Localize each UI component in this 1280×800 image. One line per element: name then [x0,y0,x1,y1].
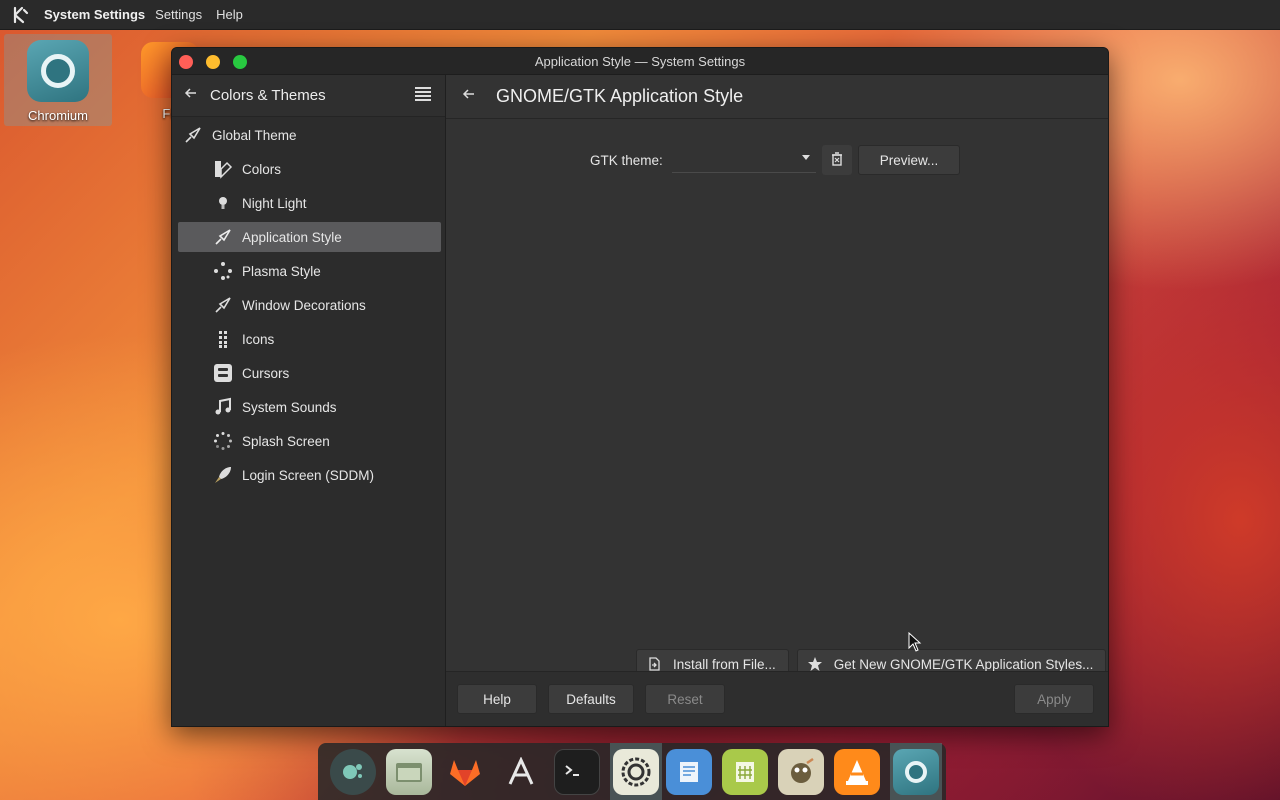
footer-bar: Help Defaults Reset Apply [446,671,1108,726]
brush-icon [212,294,234,316]
reset-button[interactable]: Reset [645,684,725,714]
gitlab-icon[interactable] [442,749,488,795]
sidebar-item-icons[interactable]: Icons [178,324,441,354]
dock [318,743,946,800]
content-pane: GNOME/GTK Application Style GTK theme: P… [446,75,1108,726]
color-swatch-icon [212,158,234,180]
sidebar-header-title: Colors & Themes [210,87,326,104]
sidebar-item-global-theme[interactable]: Global Theme [178,120,441,150]
dots-circle-icon [212,260,234,282]
calc-icon[interactable] [722,748,768,795]
chromium-icon [27,40,89,102]
sidebar-item-label: Window Decorations [242,297,366,313]
trash-icon [830,151,844,169]
top-menu-bar: System Settings Settings Help [0,0,1280,30]
sidebar: Colors & Themes Global Theme Colors Nigh… [172,75,446,726]
discover-icon[interactable] [330,748,376,795]
terminal-icon[interactable] [554,748,600,795]
sidebar-nav: Global Theme Colors Night Light Applicat… [172,117,445,490]
sidebar-item-label: Global Theme [212,127,297,143]
kde-logo-icon[interactable] [10,4,32,26]
sidebar-back-arrow-icon[interactable] [184,86,204,105]
lightbulb-icon [212,192,234,214]
get-new-styles-label: Get New GNOME/GTK Application Styles... [833,656,1094,672]
menu-settings[interactable]: Settings [155,7,202,22]
delete-theme-button[interactable] [822,145,852,175]
rocket-icon [212,464,234,486]
chevron-down-icon [802,155,810,160]
defaults-button[interactable]: Defaults [548,684,634,714]
sidebar-header: Colors & Themes [172,75,445,117]
sidebar-item-splash-screen[interactable]: Splash Screen [178,426,441,456]
window-titlebar[interactable]: Application Style — System Settings [172,48,1108,75]
preview-button[interactable]: Preview... [858,145,960,175]
sidebar-item-cursors[interactable]: Cursors [178,358,441,388]
content-header: GNOME/GTK Application Style [446,75,1108,119]
spinner-icon [212,430,234,452]
gtk-theme-combobox[interactable] [672,147,816,173]
files-icon[interactable] [386,748,432,795]
sidebar-item-night-light[interactable]: Night Light [178,188,441,218]
maximize-window-button[interactable] [233,55,247,69]
sidebar-item-label: Application Style [242,229,342,245]
sidebar-item-system-sounds[interactable]: System Sounds [178,392,441,422]
menu-help[interactable]: Help [216,7,243,22]
sidebar-item-label: Colors [242,161,282,177]
help-button[interactable]: Help [457,684,537,714]
font-store-icon[interactable] [498,749,544,795]
gtk-theme-label: GTK theme: [590,152,663,168]
settings-icon [613,748,659,795]
mouse-pointer-icon [908,631,922,655]
gimp-icon[interactable] [778,748,824,795]
vlc-icon[interactable] [834,748,880,795]
sidebar-item-colors[interactable]: Colors [178,154,441,184]
sidebar-item-window-decorations[interactable]: Window Decorations [178,290,441,320]
sidebar-item-application-style[interactable]: Application Style [178,222,441,252]
page-title: GNOME/GTK Application Style [496,86,744,106]
system-settings-window: Application Style — System Settings Colo… [171,47,1109,727]
sidebar-item-label: Plasma Style [242,263,321,279]
close-window-button[interactable] [179,55,193,69]
hamburger-menu-icon[interactable] [415,87,431,101]
window-title: Application Style — System Settings [534,53,746,69]
sidebar-item-label: System Sounds [242,399,337,415]
menu-app-name[interactable]: System Settings [44,7,145,22]
sidebar-item-label: Night Light [242,195,307,211]
cursor-icon [212,362,234,384]
sidebar-item-label: Splash Screen [242,433,330,449]
sidebar-item-login-screen[interactable]: Login Screen (SDDM) [178,460,441,490]
sidebar-item-label: Cursors [242,365,290,381]
gtk-theme-row: GTK theme: Preview... [590,145,960,175]
chromium-dock-slot[interactable] [890,743,942,800]
paintbrush-icon [182,124,204,146]
install-from-file-label: Install from File... [673,656,776,672]
grid-icon [212,328,234,350]
chromium-icon [893,748,939,795]
sidebar-item-label: Login Screen (SDDM) [242,467,375,483]
music-note-icon [212,396,234,418]
settings-dock-slot[interactable] [610,743,662,800]
writer-icon[interactable] [666,748,712,795]
brush-icon [212,226,234,248]
desktop-chromium[interactable]: Chromium [4,34,112,126]
apply-button[interactable]: Apply [1014,684,1094,714]
desktop-chromium-label: Chromium [28,108,88,123]
content-back-arrow-icon[interactable] [462,87,484,106]
sidebar-item-plasma-style[interactable]: Plasma Style [178,256,441,286]
sidebar-item-label: Icons [242,331,275,347]
minimize-window-button[interactable] [206,55,220,69]
